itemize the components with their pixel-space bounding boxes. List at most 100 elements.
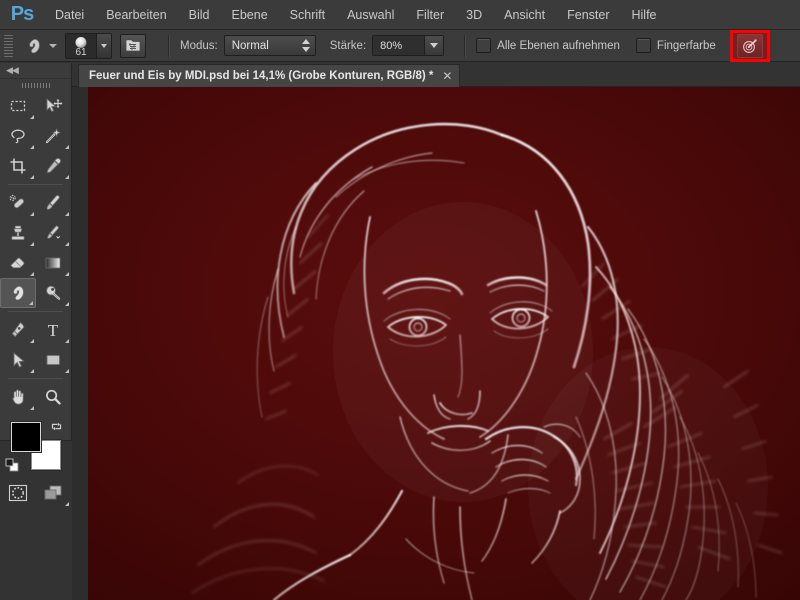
strength-input[interactable]: 80% <box>372 35 445 56</box>
tool-eyedropper[interactable] <box>36 151 72 181</box>
tool-brush[interactable] <box>36 188 72 218</box>
tool-zoom[interactable] <box>36 382 72 412</box>
menu-bild[interactable]: Bild <box>178 0 221 30</box>
tool-move[interactable] <box>36 91 72 121</box>
tool-eraser[interactable] <box>0 248 36 278</box>
tool-crop[interactable] <box>0 151 36 181</box>
flyout-triangle-icon[interactable] <box>26 406 34 410</box>
mode-stepper-icon[interactable] <box>302 39 311 52</box>
menu-schrift[interactable]: Schrift <box>279 0 336 30</box>
menu-3d[interactable]: 3D <box>455 0 493 30</box>
finger-paint-checkbox[interactable] <box>635 38 651 53</box>
tool-dodge[interactable] <box>36 278 72 308</box>
flyout-triangle-icon[interactable] <box>61 272 69 276</box>
sample-all-layers-checkbox[interactable] <box>476 38 492 53</box>
strength-label: Stärke: <box>329 39 367 52</box>
flyout-triangle-icon[interactable] <box>26 369 34 373</box>
color-swatches <box>0 418 71 474</box>
flyout-triangle-icon[interactable] <box>26 242 34 246</box>
flyout-triangle-icon[interactable] <box>61 339 69 343</box>
flyout-triangle-icon[interactable] <box>26 212 34 216</box>
default-colors-icon[interactable] <box>5 458 19 472</box>
tool-spot-healing-brush[interactable] <box>0 188 36 218</box>
swap-colors-icon[interactable] <box>50 420 63 435</box>
tablet-pressure-size-icon[interactable] <box>736 33 763 58</box>
tool-history-brush[interactable] <box>36 218 72 248</box>
tool-smudge[interactable] <box>0 278 36 308</box>
menu-bearbeiten[interactable]: Bearbeiten <box>95 0 177 30</box>
menu-fenster[interactable]: Fenster <box>556 0 620 30</box>
finger-paint-label: Fingerfarbe <box>656 39 716 52</box>
tool-preset-chevron-down-icon[interactable] <box>49 43 57 48</box>
collapse-panel-icon[interactable]: ◀◀ <box>6 66 19 75</box>
canvas-area[interactable] <box>72 87 800 600</box>
tool-path-selection[interactable] <box>0 345 36 375</box>
flyout-triangle-icon[interactable] <box>61 302 69 306</box>
menu-bar: Ps Datei Bearbeiten Bild Ebene Schrift A… <box>0 0 800 30</box>
tools-panel-header[interactable]: ◀◀ <box>0 63 71 79</box>
flyout-triangle-icon[interactable] <box>61 175 69 179</box>
menu-ebene[interactable]: Ebene <box>221 0 279 30</box>
document-canvas[interactable] <box>88 87 800 600</box>
tool-rectangular-marquee[interactable] <box>0 91 36 121</box>
flyout-triangle-icon[interactable] <box>26 339 34 343</box>
tool-magic-wand[interactable] <box>36 121 72 151</box>
flyout-triangle-icon[interactable] <box>61 212 69 216</box>
tools-panel: ◀◀ T <box>0 63 72 506</box>
tool-quick-mask[interactable] <box>0 478 36 508</box>
flyout-triangle-icon[interactable] <box>26 115 34 119</box>
flyout-triangle-icon[interactable] <box>26 145 34 149</box>
sample-all-layers-label: Alle Ebenen aufnehmen <box>497 39 620 52</box>
options-divider-1 <box>168 34 170 57</box>
mode-select[interactable]: Normal <box>223 35 316 56</box>
flyout-triangle-icon[interactable] <box>26 272 34 276</box>
tool-type[interactable]: T <box>36 315 72 345</box>
finger-paint-checkbox-group[interactable]: Fingerfarbe <box>635 38 716 53</box>
tablet-pressure-highlight-box <box>729 29 770 62</box>
options-bar-grip[interactable] <box>4 34 13 57</box>
menu-hilfe[interactable]: Hilfe <box>621 0 668 30</box>
brush-preset-picker[interactable]: 61 <box>65 32 112 59</box>
tools-grid: T <box>0 91 71 412</box>
sample-all-layers-checkbox-group[interactable]: Alle Ebenen aufnehmen <box>476 38 620 53</box>
flyout-triangle-icon[interactable] <box>26 175 34 179</box>
brush-preset-chevron-down-icon[interactable] <box>97 33 111 58</box>
menu-filter[interactable]: Filter <box>405 0 455 30</box>
toolbar-bottom-tools <box>0 478 71 508</box>
menu-ansicht[interactable]: Ansicht <box>493 0 556 30</box>
menu-auswahl[interactable]: Auswahl <box>336 0 405 30</box>
mode-selected-value: Normal <box>231 39 269 52</box>
strength-value: 80% <box>380 39 403 52</box>
document-tab-strip: Feuer und Eis by MDI.psd bei 14,1% (Grob… <box>72 63 800 87</box>
tool-gradient[interactable] <box>36 248 72 278</box>
tool-pen[interactable] <box>0 315 36 345</box>
tool-lasso[interactable] <box>0 121 36 151</box>
menu-datei[interactable]: Datei <box>44 0 95 30</box>
photoshop-logo: Ps <box>10 3 34 25</box>
document-tab[interactable]: Feuer und Eis by MDI.psd bei 14,1% (Grob… <box>78 64 461 87</box>
flyout-triangle-icon[interactable] <box>61 369 69 373</box>
brush-thumbnail: 61 <box>66 33 97 58</box>
smudge-tool-icon[interactable] <box>19 34 49 58</box>
foreground-color-swatch[interactable] <box>11 422 41 452</box>
strength-chevron-down-icon[interactable] <box>424 36 444 55</box>
document-tab-title: Feuer und Eis by MDI.psd bei 14,1% (Grob… <box>89 70 434 82</box>
tools-panel-grip[interactable] <box>0 79 71 91</box>
photoshop-window: Ps Datei Bearbeiten Bild Ebene Schrift A… <box>0 0 800 600</box>
brush-size-value: 61 <box>75 46 87 58</box>
svg-text:T: T <box>48 321 59 340</box>
canvas-left-gutter <box>72 87 89 600</box>
flyout-triangle-icon[interactable] <box>61 145 69 149</box>
brush-panel-icon[interactable] <box>120 33 146 58</box>
mode-label: Modus: <box>180 39 218 52</box>
tools-divider-3 <box>8 378 63 379</box>
tool-screen-mode[interactable] <box>36 478 72 508</box>
flyout-triangle-icon[interactable] <box>61 242 69 246</box>
tool-hand[interactable] <box>0 382 36 412</box>
close-icon[interactable]: ✕ <box>442 70 452 82</box>
flyout-triangle-icon[interactable] <box>61 502 69 506</box>
tool-rectangle-shape[interactable] <box>36 345 72 375</box>
tool-clone-stamp[interactable] <box>0 218 36 248</box>
options-divider-2 <box>464 34 467 57</box>
flyout-triangle-icon[interactable] <box>25 301 33 305</box>
